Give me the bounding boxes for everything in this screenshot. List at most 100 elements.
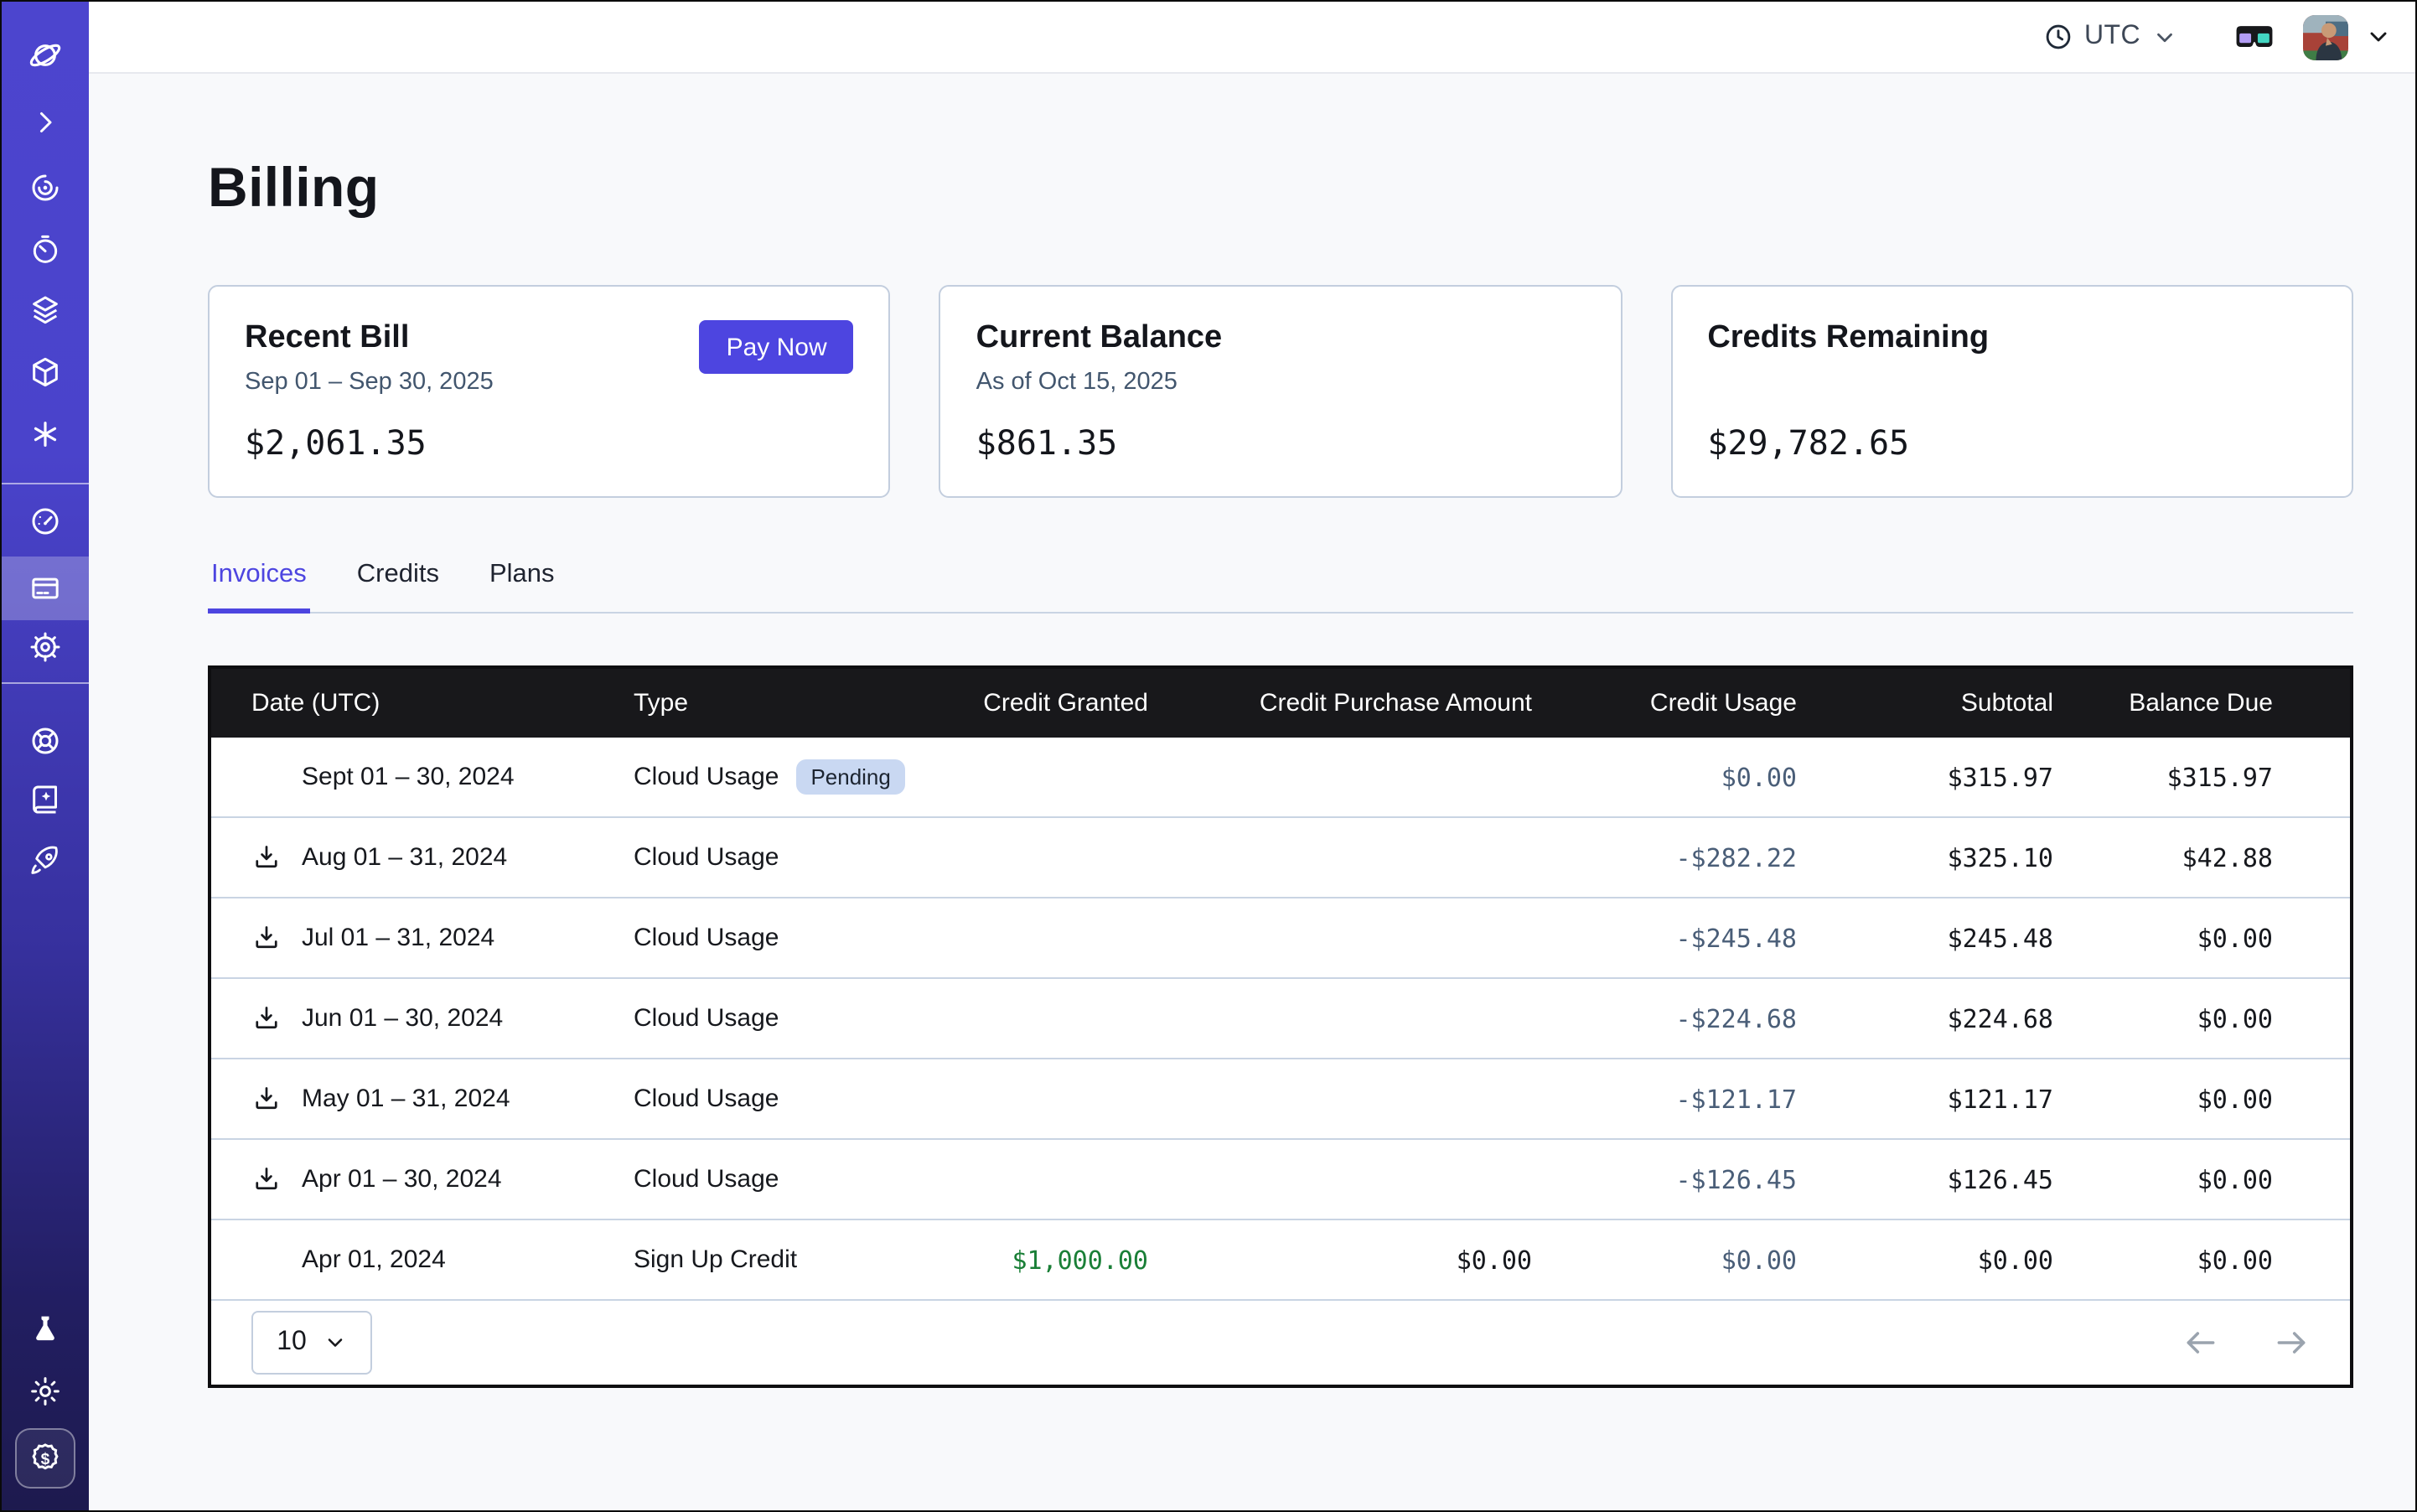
download-invoice-icon[interactable] <box>251 1164 282 1194</box>
book-sparkle-icon[interactable] <box>2 769 89 830</box>
card-title: Credits Remaining <box>1707 320 1989 357</box>
rocket-icon[interactable] <box>2 831 89 892</box>
sidebar-divider <box>2 483 89 484</box>
arrow-left-icon <box>2182 1324 2219 1361</box>
asterisk-icon[interactable] <box>2 404 89 464</box>
table-row[interactable]: Jul 01 – 31, 2024 Cloud Usage -$245.48 $… <box>211 898 2350 979</box>
invoice-date: Sept 01 – 30, 2024 <box>302 763 515 791</box>
timer-icon[interactable] <box>2 220 89 280</box>
invoices-table: Date (UTC) Type Credit Granted Credit Pu… <box>208 665 2353 1388</box>
pagination-bar: 10 <box>211 1301 2350 1385</box>
orbit-logo-icon[interactable] <box>2 25 89 85</box>
credit-usage-value: -$224.68 <box>1532 1003 1797 1033</box>
download-invoice-icon[interactable] <box>251 1084 282 1114</box>
balance-due-value: $0.00 <box>2053 1245 2273 1275</box>
svg-text:$: $ <box>41 1451 50 1468</box>
invoice-type: Cloud Usage <box>634 1165 779 1194</box>
user-menu-chevron[interactable] <box>2365 23 2392 50</box>
tab-plans[interactable]: Plans <box>486 553 558 612</box>
balance-due-value: $0.00 <box>2053 923 2273 953</box>
balance-due-value: $0.00 <box>2053 1003 2273 1033</box>
chevron-down-icon <box>2365 23 2392 50</box>
invoice-date: May 01 – 31, 2024 <box>302 1085 510 1113</box>
col-subtotal: Subtotal <box>1797 689 2053 717</box>
timezone-label: UTC <box>2084 22 2140 52</box>
subtotal-value: $0.00 <box>1797 1245 2053 1275</box>
layers-icon[interactable] <box>2 280 89 340</box>
balance-due-value: $0.00 <box>2053 1164 2273 1194</box>
sidebar: $ <box>2 2 89 1510</box>
table-row[interactable]: Apr 01, 2024 Sign Up Credit $1,000.00 $0… <box>211 1220 2350 1301</box>
app-window: $ UTC Billing Recent Bill <box>0 0 2417 1512</box>
credit-usage-value: -$245.48 <box>1532 923 1797 953</box>
sidebar-item-billing[interactable] <box>2 557 89 620</box>
download-invoice-icon[interactable] <box>251 923 282 953</box>
sidebar-divider <box>2 682 89 684</box>
chevron-down-icon <box>2152 24 2177 49</box>
download-invoice-icon[interactable] <box>251 1003 282 1033</box>
gauge-icon[interactable] <box>2 491 89 551</box>
invoice-date: Jun 01 – 30, 2024 <box>302 1004 503 1033</box>
flask-icon[interactable] <box>2 1299 89 1359</box>
summary-cards: Recent Bill Sep 01 – Sep 30, 2025 Pay No… <box>208 285 2353 498</box>
radar-spiral-icon[interactable] <box>2 158 89 218</box>
timezone-selector[interactable]: UTC <box>2042 22 2177 52</box>
credit-usage-value: -$121.17 <box>1532 1084 1797 1114</box>
main-content: Billing Recent Bill Sep 01 – Sep 30, 202… <box>89 74 2415 1510</box>
invoice-type: Cloud Usage <box>634 1085 779 1113</box>
tab-credits[interactable]: Credits <box>354 553 443 612</box>
invoice-date: Jul 01 – 31, 2024 <box>302 924 494 952</box>
lifebuoy-icon[interactable] <box>2 711 89 771</box>
table-row[interactable]: Aug 01 – 31, 2024 Cloud Usage -$282.22 $… <box>211 818 2350 898</box>
credit-usage-value: $0.00 <box>1532 1245 1797 1275</box>
col-type: Type <box>634 689 952 717</box>
clock-icon <box>2042 22 2073 52</box>
rewards-button[interactable]: $ <box>2 1428 89 1489</box>
col-date: Date (UTC) <box>211 689 634 717</box>
table-row[interactable]: May 01 – 31, 2024 Cloud Usage -$121.17 $… <box>211 1059 2350 1140</box>
subtotal-value: $224.68 <box>1797 1003 2053 1033</box>
table-row[interactable]: Sept 01 – 30, 2024 Cloud Usage Pending $… <box>211 738 2350 818</box>
next-page-button[interactable] <box>2273 1324 2310 1361</box>
credit-usage-value: -$282.22 <box>1532 842 1797 873</box>
table-row[interactable]: Jun 01 – 30, 2024 Cloud Usage -$224.68 $… <box>211 979 2350 1059</box>
topbar: UTC <box>89 2 2415 74</box>
goggles-icon <box>2234 23 2275 50</box>
table-header: Date (UTC) Type Credit Granted Credit Pu… <box>211 669 2350 738</box>
cube-icon[interactable] <box>2 342 89 402</box>
invoice-type: Cloud Usage <box>634 924 779 952</box>
tab-invoices[interactable]: Invoices <box>208 553 310 612</box>
pay-now-button[interactable]: Pay Now <box>700 320 854 374</box>
balance-due-value: $42.88 <box>2053 842 2273 873</box>
goggles-button[interactable] <box>2234 23 2275 50</box>
invoice-date: Apr 01, 2024 <box>302 1245 446 1274</box>
credit-card-icon <box>28 572 62 605</box>
balance-due-value: $0.00 <box>2053 1084 2273 1114</box>
col-balance-due: Balance Due <box>2053 689 2273 717</box>
sun-icon[interactable] <box>2 1361 89 1421</box>
current-balance-card: Current Balance As of Oct 15, 2025 $861.… <box>939 285 1623 498</box>
billing-period: Sep 01 – Sep 30, 2025 <box>245 369 494 396</box>
table-row[interactable]: Apr 01 – 30, 2024 Cloud Usage -$126.45 $… <box>211 1140 2350 1220</box>
gear-icon[interactable] <box>2 617 89 677</box>
recent-bill-card: Recent Bill Sep 01 – Sep 30, 2025 Pay No… <box>208 285 891 498</box>
invoice-date: Aug 01 – 31, 2024 <box>302 843 507 872</box>
previous-page-button[interactable] <box>2182 1324 2219 1361</box>
dollar-seal-icon: $ <box>15 1428 75 1489</box>
subtotal-value: $315.97 <box>1797 762 2053 792</box>
page-size-select[interactable]: 10 <box>251 1311 372 1375</box>
subtotal-value: $126.45 <box>1797 1164 2053 1194</box>
credit-granted-value: $1,000.00 <box>952 1245 1148 1275</box>
col-credit-purchase-amount: Credit Purchase Amount <box>1148 689 1532 717</box>
avatar[interactable] <box>2303 14 2348 60</box>
invoice-date: Apr 01 – 30, 2024 <box>302 1165 502 1194</box>
current-balance-amount: $861.35 <box>976 422 1586 463</box>
credit-purchase-value: $0.00 <box>1148 1245 1532 1275</box>
table-body: Sept 01 – 30, 2024 Cloud Usage Pending $… <box>211 738 2350 1301</box>
invoice-type: Cloud Usage <box>634 1004 779 1033</box>
credit-usage-value: $0.00 <box>1532 762 1797 792</box>
subtotal-value: $121.17 <box>1797 1084 2053 1114</box>
credits-remaining-card: Credits Remaining $29,782.65 <box>1670 285 2353 498</box>
download-invoice-icon[interactable] <box>251 842 282 873</box>
chevron-right-icon[interactable] <box>2 92 89 153</box>
